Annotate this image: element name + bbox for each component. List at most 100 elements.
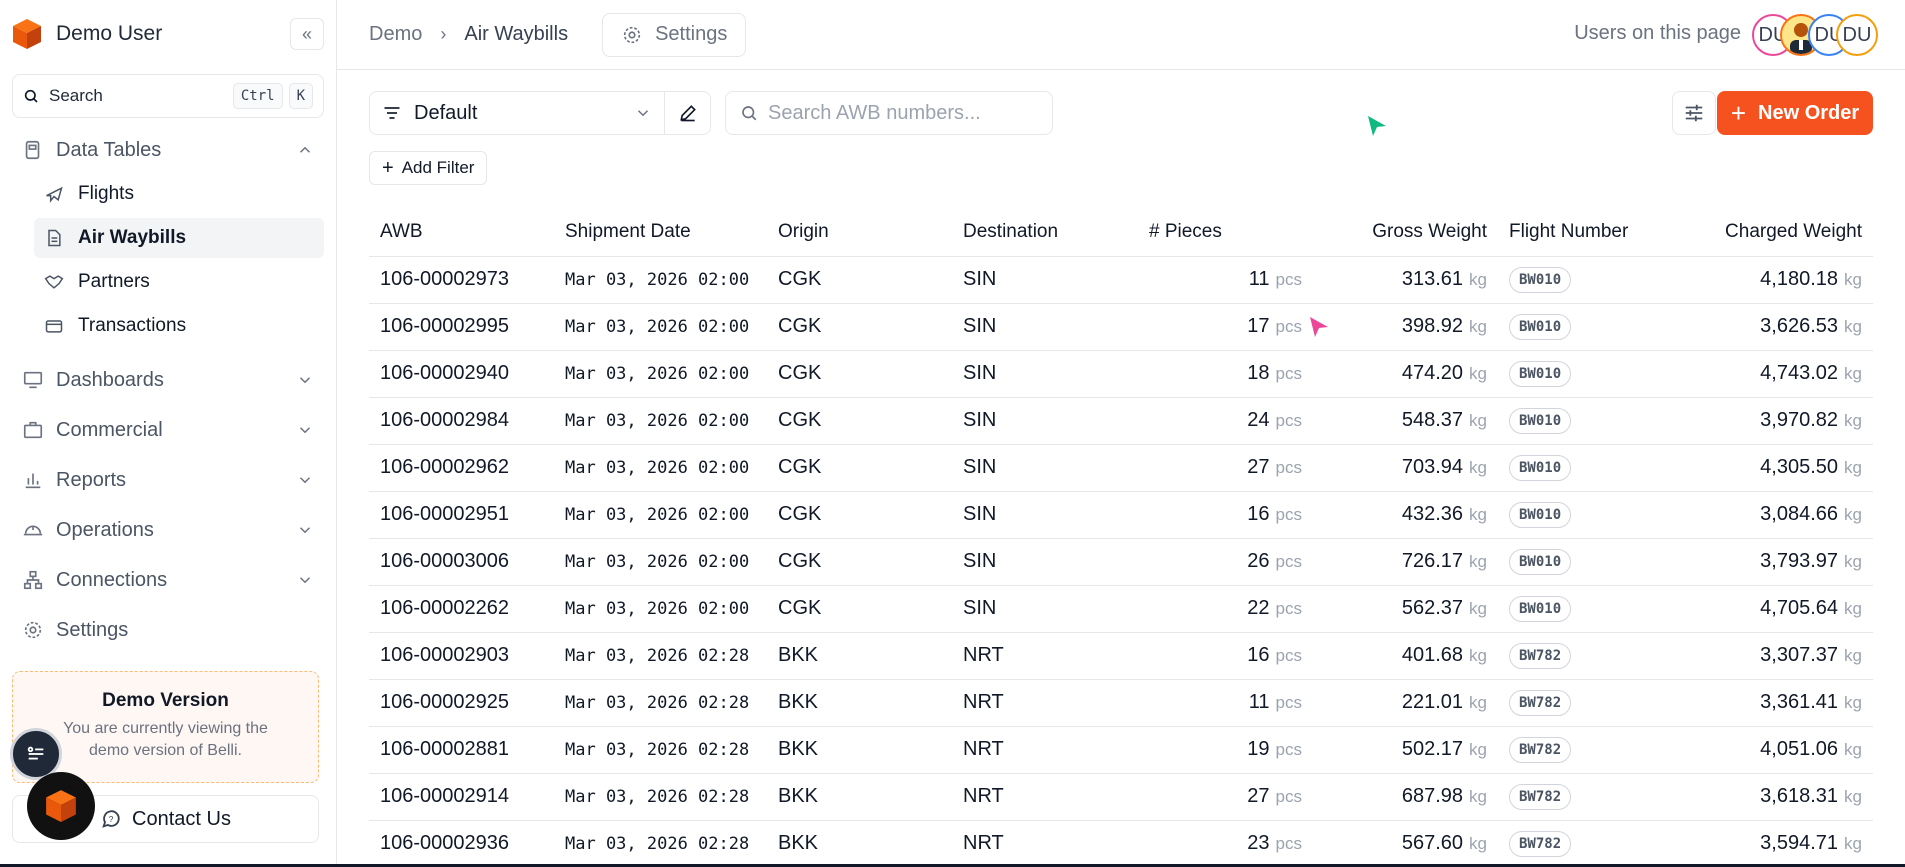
cell-origin: CGK: [767, 256, 952, 304]
table-row[interactable]: 106-00002914 Mar 03, 2026 02:28 BKK NRT 27 pc…: [369, 773, 1873, 821]
table-row[interactable]: 106-00002903 Mar 03, 2026 02:28 BKK NRT 16 pc…: [369, 632, 1873, 680]
nav-group-dashboards[interactable]: Dashboards: [12, 360, 324, 400]
breadcrumb-root[interactable]: Demo: [369, 23, 422, 46]
cell-shipment-date: Mar 03, 2026 02:00: [554, 491, 767, 539]
column-header-gross-weight[interactable]: Gross Weight: [1313, 208, 1498, 257]
cell-shipment-date: Mar 03, 2026 02:28: [554, 726, 767, 774]
sidebar-item-flights[interactable]: Flights: [34, 174, 324, 214]
table-row[interactable]: 106-00002973 Mar 03, 2026 02:00 CGK SIN 11 pc…: [369, 256, 1873, 304]
nav-group-label: Operations: [56, 518, 154, 541]
cell-charged-weight: 4,051.06 kg: [1678, 726, 1873, 774]
nav-group-label: Reports: [56, 468, 127, 491]
table-row[interactable]: 106-00002925 Mar 03, 2026 02:28 BKK NRT 11 pc…: [369, 679, 1873, 727]
avatar[interactable]: DU: [1836, 14, 1878, 56]
sidebar-search[interactable]: Search Ctrl K: [12, 74, 324, 118]
table-row[interactable]: 106-00002940 Mar 03, 2026 02:00 CGK SIN 18 pc…: [369, 350, 1873, 398]
cell-flight-number: BW010: [1498, 350, 1678, 398]
cell-awb: 106-00002881: [369, 726, 554, 774]
nav-group-label: Connections: [56, 568, 168, 591]
belli-assistant-fab[interactable]: [27, 772, 95, 840]
sidebar-item-label: Air Waybills: [78, 227, 187, 248]
flight-badge[interactable]: BW782: [1509, 783, 1572, 810]
add-filter-button[interactable]: + Add Filter: [369, 151, 488, 185]
table-row[interactable]: 106-00002995 Mar 03, 2026 02:00 CGK SIN 17 pc…: [369, 303, 1873, 351]
awb-search-input[interactable]: [768, 101, 1028, 125]
plus-icon: +: [382, 156, 394, 179]
column-header-charged-weight[interactable]: Charged Weight: [1678, 208, 1873, 257]
pieces-unit: pcs: [1275, 740, 1302, 759]
collapse-sidebar-button[interactable]: «: [290, 18, 324, 50]
column-header-destination[interactable]: Destination: [952, 208, 1138, 257]
flight-badge[interactable]: BW782: [1509, 689, 1572, 716]
flight-badge[interactable]: BW782: [1509, 736, 1572, 763]
sidebar-item-air-waybills[interactable]: Air Waybills: [34, 218, 324, 258]
flight-badge[interactable]: BW010: [1509, 454, 1572, 481]
cell-pieces: 26 pcs: [1138, 538, 1313, 586]
nav-group-data-tables[interactable]: Data Tables: [12, 130, 324, 170]
flight-badge[interactable]: BW782: [1509, 642, 1572, 669]
cell-awb: 106-00002925: [369, 679, 554, 727]
flight-badge[interactable]: BW010: [1509, 360, 1572, 387]
cell-charged-weight: 3,084.66 kg: [1678, 491, 1873, 539]
column-header-flight-number[interactable]: Flight Number: [1498, 208, 1678, 257]
chevron-up-icon: [299, 146, 311, 153]
table-row[interactable]: 106-00002881 Mar 03, 2026 02:28 BKK NRT 19 pc…: [369, 726, 1873, 774]
cell-origin: BKK: [767, 632, 952, 680]
edit-view-button[interactable]: [665, 91, 711, 135]
table-row[interactable]: 106-00002936 Mar 03, 2026 02:28 BKK NRT 23 pc…: [369, 820, 1873, 867]
view-selector[interactable]: Default: [369, 91, 665, 135]
new-order-label: New Order: [1758, 101, 1860, 124]
nav-group-reports[interactable]: Reports: [12, 460, 324, 500]
cell-pieces: 16 pcs: [1138, 632, 1313, 680]
network-icon: [23, 570, 43, 590]
weight-unit: kg: [1844, 458, 1862, 477]
charged-weight-value: 3,618.31: [1760, 785, 1839, 807]
gross-weight-value: 398.92: [1401, 315, 1464, 337]
cell-destination: SIN: [952, 444, 1138, 492]
sidebar-item-transactions[interactable]: Transactions: [34, 306, 324, 346]
flight-badge[interactable]: BW010: [1509, 313, 1572, 340]
flight-badge[interactable]: BW010: [1509, 595, 1572, 622]
pieces-value: 18: [1247, 362, 1270, 384]
sidebar: Demo User « Search Ctrl K Data Tables Fl…: [0, 0, 337, 867]
nav-item-settings[interactable]: Settings: [12, 610, 324, 650]
table-row[interactable]: 106-00002962 Mar 03, 2026 02:00 CGK SIN 27 pc…: [369, 444, 1873, 492]
pieces-unit: pcs: [1275, 834, 1302, 853]
top-bar: Demo › Air Waybills Settings Users on th…: [337, 0, 1905, 70]
weight-unit: kg: [1469, 740, 1487, 759]
column-header-pieces[interactable]: # Pieces: [1138, 208, 1313, 257]
cell-flight-number: BW782: [1498, 820, 1678, 867]
cell-destination: SIN: [952, 303, 1138, 351]
new-order-button[interactable]: + New Order: [1717, 91, 1873, 135]
flight-badge[interactable]: BW782: [1509, 830, 1572, 857]
weight-unit: kg: [1469, 552, 1487, 571]
column-header-origin[interactable]: Origin: [767, 208, 952, 257]
awb-search-field[interactable]: [725, 91, 1053, 135]
flight-badge[interactable]: BW010: [1509, 407, 1572, 434]
pieces-unit: pcs: [1275, 270, 1302, 289]
page-settings-button[interactable]: Settings: [602, 12, 747, 57]
weight-unit: kg: [1844, 693, 1862, 712]
table-row[interactable]: 106-00003006 Mar 03, 2026 02:00 CGK SIN 26 pc…: [369, 538, 1873, 586]
charged-weight-value: 3,793.97: [1760, 550, 1839, 572]
flight-badge[interactable]: BW010: [1509, 266, 1572, 293]
cell-shipment-date: Mar 03, 2026 02:28: [554, 679, 767, 727]
flight-badge[interactable]: BW010: [1509, 501, 1572, 528]
cell-charged-weight: 4,743.02 kg: [1678, 350, 1873, 398]
flight-badge[interactable]: BW010: [1509, 548, 1572, 575]
pieces-unit: pcs: [1275, 411, 1302, 430]
cell-origin: CGK: [767, 585, 952, 633]
nav-group-operations[interactable]: Operations: [12, 510, 324, 550]
cell-charged-weight: 3,618.31 kg: [1678, 773, 1873, 821]
column-settings-button[interactable]: [1672, 91, 1716, 135]
sidebar-item-partners[interactable]: Partners: [34, 262, 324, 302]
table-row[interactable]: 106-00002262 Mar 03, 2026 02:00 CGK SIN 22 pc…: [369, 585, 1873, 633]
table-row[interactable]: 106-00002984 Mar 03, 2026 02:00 CGK SIN 24 pc…: [369, 397, 1873, 445]
column-header-awb[interactable]: AWB: [369, 208, 554, 257]
weight-unit: kg: [1844, 270, 1862, 289]
cell-origin: BKK: [767, 773, 952, 821]
column-header-shipment-date[interactable]: Shipment Date: [554, 208, 767, 257]
nav-group-commercial[interactable]: Commercial: [12, 410, 324, 450]
nav-group-connections[interactable]: Connections: [12, 560, 324, 600]
table-row[interactable]: 106-00002951 Mar 03, 2026 02:00 CGK SIN 16 pc…: [369, 491, 1873, 539]
